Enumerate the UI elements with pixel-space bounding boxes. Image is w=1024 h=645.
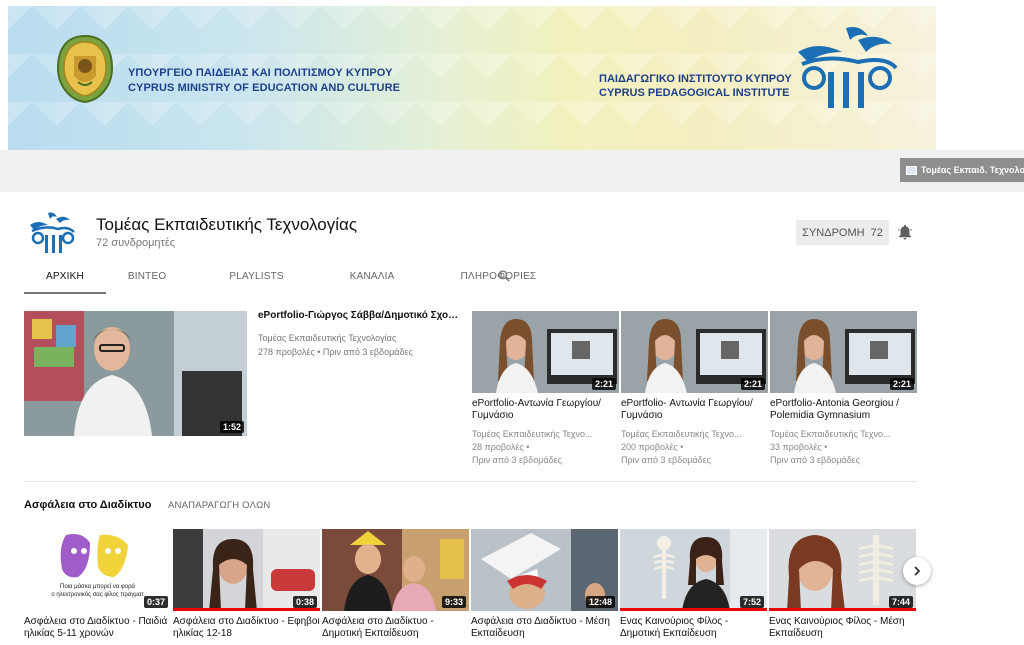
institute-name-english: CYPRUS PEDAGOGICAL INSTITUTE <box>599 87 790 99</box>
video-thumbnail[interactable]: 2:21 <box>770 311 917 393</box>
cyprus-crest-icon <box>56 34 114 104</box>
search-icon[interactable] <box>497 269 511 283</box>
video-card[interactable]: 12:48 Ασφάλεια στο Διαδίκτυο - Μέση Εκπα… <box>471 529 618 642</box>
video-age: Πριν από 3 εβδομάδες <box>770 455 860 465</box>
video-title[interactable]: Ασφάλεια στο Διαδίκτυο - Εφηβοι ηλικίας … <box>173 616 320 642</box>
video-duration: 0:37 <box>143 596 168 608</box>
video-views: 200 προβολές • <box>621 442 684 452</box>
ministry-name-greek: ΥΠΟΥΡΓΕΙΟ ΠΑΙΔΕΙΑΣ ΚΑΙ ΠΟΛΙΤΙΣΜΟΥ ΚΥΠΡΟΥ <box>128 67 393 79</box>
thumbnail-caption-line: Ποια μάσκα μπορεί να φορά <box>59 584 135 590</box>
video-card[interactable]: 2:21 ePortfolio-Antonia Georgiou / Polem… <box>770 311 917 467</box>
video-thumbnail[interactable]: 0:38 <box>173 529 320 611</box>
chevron-right-icon <box>914 566 921 576</box>
video-channel[interactable]: Τομέας Εκπαιδευτικής Τεχνο... <box>621 428 768 441</box>
featured-video-title[interactable]: ePortfolio-Γιώργος Σάββα/Δημοτικό Σχολεί… <box>258 310 463 321</box>
video-thumbnail[interactable]: 12:48 <box>471 529 618 611</box>
video-card[interactable]: 0:38 Ασφάλεια στο Διαδίκτυο - Εφηβοι ηλι… <box>173 529 320 642</box>
channel-tabs: ΑΡΧΙΚΗ ΒΙΝΤΕΟ PLAYLISTS ΚΑΝΑΛΙΑ ΠΛΗΡΟΦΟΡ… <box>24 262 566 294</box>
section-divider <box>24 481 917 482</box>
video-duration: 0:38 <box>292 596 317 608</box>
subscribe-label: ΣΥΝΔΡΟΜΗ <box>802 226 865 239</box>
video-age: Πριν από 3 εβδομάδες <box>621 455 711 465</box>
video-title[interactable]: ePortfolio-Antonia Georgiou / Polemidia … <box>770 398 917 424</box>
channel-title: Τομέας Εκπαιδευτικής Τεχνολογίας <box>96 215 358 234</box>
watch-progress-bar <box>620 608 767 611</box>
video-title[interactable]: ePortfolio-Αντωνία Γεωργίου/ Γυμνάσιο <box>472 398 619 424</box>
video-channel[interactable]: Τομέας Εκπαιδευτικής Τεχνο... <box>770 428 917 441</box>
tab-playlists[interactable]: PLAYLISTS <box>207 262 327 294</box>
featured-video-image <box>24 311 247 436</box>
video-title[interactable]: Ασφάλεια στο Διαδίκτυο - Μέση Εκπαίδευση <box>471 616 618 642</box>
video-title[interactable]: Ασφάλεια στο Διαδίκτυο - Παιδιά ηλικίας … <box>24 616 171 642</box>
banner-band <box>0 150 1024 192</box>
video-title[interactable]: Ενας Καινούριος Φίλος - Μέση Εκπαίδευση <box>769 616 916 642</box>
link-thumbnail-icon <box>906 165 917 175</box>
video-card[interactable]: 2:21 ePortfolio-Αντωνία Γεωργίου/ Γυμνάσ… <box>472 311 619 467</box>
channel-banner: ΥΠΟΥΡΓΕΙΟ ΠΑΙΔΕΙΑΣ ΚΑΙ ΠΟΛΙΤΙΣΜΟΥ ΚΥΠΡΟΥ… <box>8 6 936 150</box>
channel-logo-icon <box>30 212 75 253</box>
shelf-title[interactable]: Ασφάλεια στο Διαδίκτυο <box>24 499 151 511</box>
institute-name-greek: ΠΑΙΔΑΓΩΓΙΚΟ ΙΝΣΤΙΤΟΥΤΟ ΚΥΠΡΟΥ <box>599 73 792 85</box>
tab-home[interactable]: ΑΡΧΙΚΗ <box>24 262 106 294</box>
banner-channel-link[interactable]: Τομέας Εκπαιδ. Τεχνολογίας <box>900 158 1024 182</box>
video-thumbnail[interactable]: 7:52 <box>620 529 767 611</box>
video-duration: 2:21 <box>889 378 914 390</box>
video-duration: 2:21 <box>740 378 765 390</box>
video-card[interactable]: Ποια μάσκα μπορεί να φορά ο ηλεκτρονικός… <box>24 529 171 642</box>
video-thumbnail[interactable]: 9:33 <box>322 529 469 611</box>
tab-videos[interactable]: ΒΙΝΤΕΟ <box>106 262 207 294</box>
banner-margin <box>936 6 1024 150</box>
subscribe-count: 72 <box>870 226 883 239</box>
video-card[interactable]: 7:52 Ενας Καινούριος Φίλος - Δημοτική Εκ… <box>620 529 767 642</box>
video-age: Πριν από 3 εβδομάδες <box>472 455 562 465</box>
video-title[interactable]: Ενας Καινούριος Φίλος - Δημοτική Εκπαίδε… <box>620 616 767 642</box>
video-thumbnail[interactable]: 7:44 <box>769 529 916 611</box>
video-duration: 2:21 <box>591 378 616 390</box>
institute-name: ΠΑΙΔΑΓΩΓΙΚΟ ΙΝΣΤΙΤΟΥΤΟ ΚΥΠΡΟΥ CYPRUS PED… <box>599 72 792 100</box>
video-duration: 7:52 <box>739 596 764 608</box>
video-duration: 12:48 <box>585 596 615 608</box>
video-title[interactable]: ePortfolio- Αντωνία Γεωργίου/ Γυμνάσιο <box>621 398 768 424</box>
shelf-next-button[interactable] <box>903 557 931 585</box>
banner-link-label: Τομέας Εκπαιδ. Τεχνολογίας <box>921 165 1024 175</box>
ministry-name: ΥΠΟΥΡΓΕΙΟ ΠΑΙΔΕΙΑΣ ΚΑΙ ΠΟΛΙΤΙΣΜΟΥ ΚΥΠΡΟΥ… <box>128 66 400 96</box>
video-title[interactable]: Ασφάλεια στο Διαδίκτυο - Δημοτική Εκπαίδ… <box>322 616 469 642</box>
video-thumbnail[interactable]: 2:21 <box>621 311 768 393</box>
video-views: 28 προβολές • <box>472 442 530 452</box>
tab-channels[interactable]: ΚΑΝΑΛΙΑ <box>328 262 439 294</box>
video-channel[interactable]: Τομέας Εκπαιδευτικής Τεχνο... <box>472 428 619 441</box>
notification-bell-icon[interactable] <box>896 223 914 241</box>
channel-avatar[interactable] <box>24 205 80 261</box>
video-card[interactable]: 2:21 ePortfolio- Αντωνία Γεωργίου/ Γυμνά… <box>621 311 768 467</box>
video-duration: 1:52 <box>219 421 244 433</box>
featured-video-channel[interactable]: Τομέας Εκπαιδευτικής Τεχνολογίας <box>258 331 413 345</box>
video-thumbnail[interactable]: Ποια μάσκα μπορεί να φορά ο ηλεκτρονικός… <box>24 529 171 611</box>
subscribe-button[interactable]: ΣΥΝΔΡΟΜΗ 72 <box>796 220 889 245</box>
play-all-button[interactable]: ΑΝΑΠΑΡΑΓΩΓΗ ΟΛΩΝ <box>168 500 271 511</box>
featured-video-meta: Τομέας Εκπαιδευτικής Τεχνολογίας 278 προ… <box>258 331 413 359</box>
video-duration: 7:44 <box>888 596 913 608</box>
featured-video-thumbnail[interactable]: 1:52 <box>24 311 247 436</box>
video-views: 33 προβολές • <box>770 442 828 452</box>
video-card[interactable]: 7:44 Ενας Καινούριος Φίλος - Μέση Εκπαίδ… <box>769 529 916 642</box>
featured-video-views: 278 προβολές • Πριν από 3 εβδομάδες <box>258 347 413 357</box>
video-card[interactable]: 9:33 Ασφάλεια στο Διαδίκτυο - Δημοτική Ε… <box>322 529 469 642</box>
pedagogical-institute-logo-icon <box>798 27 898 108</box>
watch-progress-bar <box>173 608 320 611</box>
ministry-name-english: CYPRUS MINISTRY OF EDUCATION AND CULTURE <box>128 82 401 94</box>
channel-subscriber-count: 72 συνδρομητές <box>96 237 176 249</box>
watch-progress-bar <box>769 608 916 611</box>
video-duration: 9:33 <box>441 596 466 608</box>
video-thumbnail[interactable]: 2:21 <box>472 311 619 393</box>
